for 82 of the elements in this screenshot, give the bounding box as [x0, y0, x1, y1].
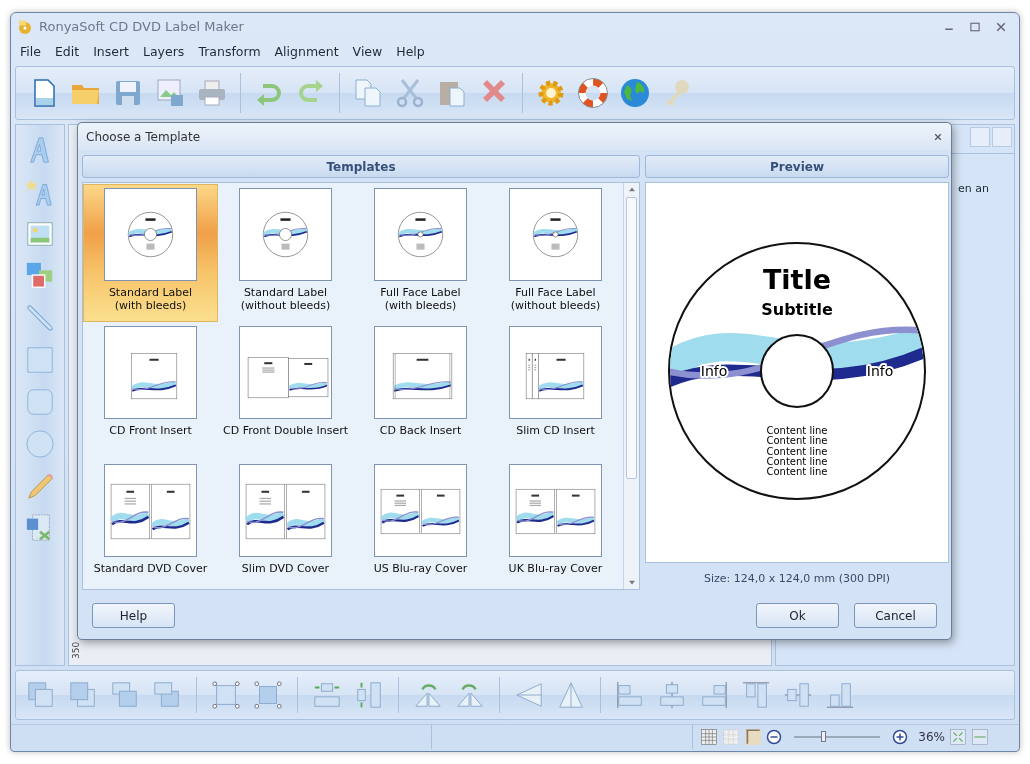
menu-item[interactable]: File [13, 43, 48, 59]
disc-content-line: Content line [766, 455, 828, 467]
ok-button[interactable]: Ok [756, 603, 839, 628]
menu-item[interactable]: Insert [86, 43, 136, 59]
template-item[interactable]: UK Blu-ray Cover [488, 460, 623, 598]
align-bottom-icon[interactable] [825, 680, 855, 710]
disc-app-icon [17, 18, 33, 35]
zoom-out-icon[interactable] [766, 729, 783, 745]
cancel-button[interactable]: Cancel [854, 603, 937, 628]
size-text: Size: 124,0 x 124,0 mm (300 DPI) [702, 572, 892, 585]
zoom-level: 36% [918, 730, 945, 744]
flip-vertical-icon[interactable] [556, 680, 586, 710]
dialog-title: Choose a Template [86, 129, 202, 144]
disc-content-line: Content line [766, 425, 828, 436]
fit-page-icon[interactable] [949, 728, 967, 746]
stacked-squares-icon[interactable] [110, 680, 140, 710]
zoom-in-icon[interactable] [892, 729, 909, 745]
grid-icon[interactable] [700, 728, 719, 746]
copy-icon[interactable] [352, 77, 384, 109]
fit-width-icon[interactable] [971, 728, 989, 746]
menu-item[interactable]: Alignment [267, 43, 346, 59]
disc-content-line: Content line [766, 466, 828, 478]
lifebuoy-icon[interactable] [577, 77, 609, 109]
scrollbar[interactable] [623, 183, 639, 589]
template-item[interactable]: CD Front Insert [83, 322, 218, 460]
maximize-icon[interactable] [969, 20, 981, 33]
align-middle-icon[interactable] [783, 680, 813, 710]
disc-subtitle: Subtitle [761, 300, 833, 319]
disc-title: Title [762, 264, 832, 295]
zoom-slider[interactable] [794, 730, 881, 744]
pencil-icon[interactable] [25, 471, 55, 501]
scissors-icon[interactable] [394, 77, 426, 109]
disc-content-line: Content line [766, 435, 828, 447]
flip-horizontal-icon[interactable] [514, 680, 544, 710]
close-icon[interactable] [995, 20, 1007, 33]
line-icon[interactable] [25, 303, 55, 333]
align-center-icon[interactable] [657, 680, 687, 710]
panel-text: en an [958, 182, 989, 195]
template-item[interactable]: Standard Label (with bleeds) [83, 184, 218, 322]
ungroup-icon[interactable] [253, 680, 283, 710]
template-item[interactable]: CD Front Double Insert [218, 322, 353, 460]
printer-icon[interactable] [196, 77, 228, 109]
scroll-down-button[interactable] [970, 127, 990, 147]
images-icon[interactable] [25, 261, 55, 291]
templates-header: Templates [82, 155, 640, 178]
template-item[interactable]: Full Face Label (without bleeds) [488, 184, 623, 322]
template-item[interactable]: Standard Label (without bleeds) [218, 184, 353, 322]
dotted-grid-icon[interactable] [722, 728, 741, 746]
close-icon[interactable] [933, 131, 943, 142]
height-match-icon[interactable] [354, 680, 384, 710]
template-item[interactable]: Full Face Label (with bleeds) [353, 184, 488, 322]
menu-item[interactable]: Layers [136, 43, 192, 59]
stacked-squares-icon[interactable] [68, 680, 98, 710]
globe-icon[interactable] [619, 77, 651, 109]
rounded-rectangle-icon[interactable] [25, 387, 55, 417]
menu-item[interactable]: Edit [47, 43, 87, 59]
align-top-icon[interactable] [741, 680, 771, 710]
group-icon[interactable] [211, 680, 241, 710]
menu-item[interactable]: Help [389, 43, 432, 59]
template-item[interactable]: Slim CD Insert [488, 322, 623, 460]
align-left-icon[interactable] [615, 680, 645, 710]
stacked-squares-icon[interactable] [26, 680, 56, 710]
rectangle-icon[interactable] [25, 345, 55, 375]
menu-item[interactable]: Transform [191, 43, 268, 59]
template-item[interactable]: US Blu-ray Cover [353, 460, 488, 598]
circle-icon[interactable] [25, 429, 55, 459]
star-text-icon[interactable] [25, 177, 55, 207]
disc-content-line: Content line [766, 445, 828, 457]
window-title: RonyaSoft CD DVD Label Maker [39, 19, 245, 34]
template-item[interactable]: CD Back Insert [353, 322, 488, 460]
scroll-up-button[interactable] [992, 127, 1012, 147]
align-right-icon[interactable] [699, 680, 729, 710]
image-icon[interactable] [25, 219, 55, 249]
image-save-icon[interactable] [154, 77, 186, 109]
menu-item[interactable]: View [345, 43, 390, 59]
stacked-squares-icon[interactable] [152, 680, 182, 710]
help-button[interactable]: Help [92, 603, 175, 628]
ruler-label: 350 [71, 641, 81, 659]
template-item[interactable]: Standard DVD Cover [83, 460, 218, 598]
preview-header: Preview [645, 155, 949, 178]
width-match-icon[interactable] [312, 680, 342, 710]
template-item[interactable]: Slim DVD Cover [218, 460, 353, 598]
